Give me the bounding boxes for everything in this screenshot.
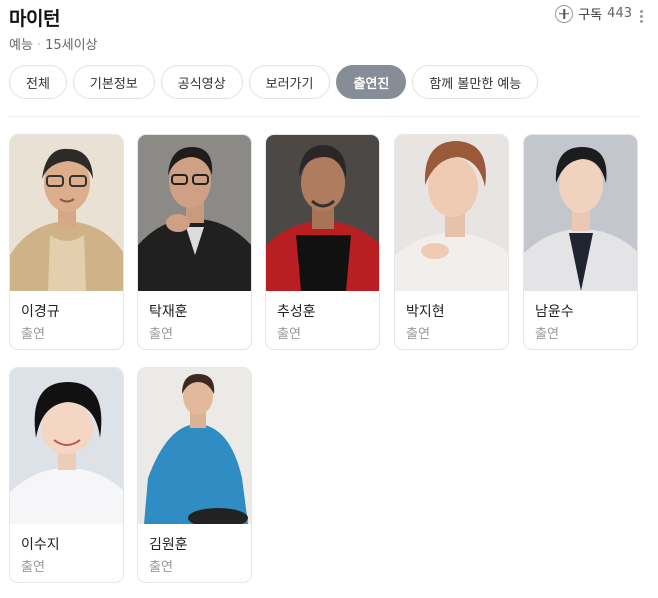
tab-official-video[interactable]: 공식영상 [160,65,243,99]
subscribe-count: 443 [607,6,632,21]
cast-name: 탁재훈 [149,304,188,320]
cast-photo [266,135,379,291]
cast-role: 출연 [21,560,45,575]
cast-card[interactable]: 김원훈 출연 [137,367,252,583]
tab-info[interactable]: 기본정보 [72,65,155,99]
cast-photo [10,135,123,291]
cast-name: 추성훈 [277,304,316,320]
subscribe-label: 구독 [578,8,603,23]
cast-photo [10,368,123,524]
cast-photo [138,135,251,291]
cast-name: 박지현 [406,304,445,320]
cast-name: 이경규 [21,304,60,320]
cast-card[interactable]: 추성훈 출연 [265,134,380,350]
cast-role: 출연 [406,327,430,342]
tab-recommended[interactable]: 함께 볼만한 예능 [412,65,539,99]
cast-role: 출연 [149,560,173,575]
cast-name: 남윤수 [535,304,574,320]
subscribe-button[interactable]: 구독 443 [555,4,632,23]
cast-role: 출연 [149,327,173,342]
tab-bar: 전체 기본정보 공식영상 보러가기 출연진 함께 볼만한 예능 [9,65,539,99]
cast-card[interactable]: 탁재훈 출연 [137,134,252,350]
genre-label: 예능 [9,38,33,53]
more-vertical-icon[interactable] [640,10,644,23]
tab-cast[interactable]: 출연진 [336,65,407,99]
cast-card[interactable]: 이수지 출연 [9,367,124,583]
cast-card[interactable]: 이경규 출연 [9,134,124,350]
cast-name: 김원훈 [149,537,188,553]
cast-photo [395,135,508,291]
rating-label: 15세이상 [45,38,98,53]
cast-card[interactable]: 박지현 출연 [394,134,509,350]
meta-separator: · [36,38,42,53]
cast-role: 출연 [277,327,301,342]
plus-circle-icon [555,4,574,23]
cast-name: 이수지 [21,537,60,553]
cast-card[interactable]: 남윤수 출연 [523,134,638,350]
tab-watch[interactable]: 보러가기 [248,65,331,99]
program-meta: 예능 · 15세이상 [9,34,98,53]
divider [9,116,640,117]
cast-role: 출연 [21,327,45,342]
cast-role: 출연 [535,327,559,342]
tab-all[interactable]: 전체 [9,65,67,99]
cast-photo [524,135,637,291]
cast-photo [138,368,251,524]
